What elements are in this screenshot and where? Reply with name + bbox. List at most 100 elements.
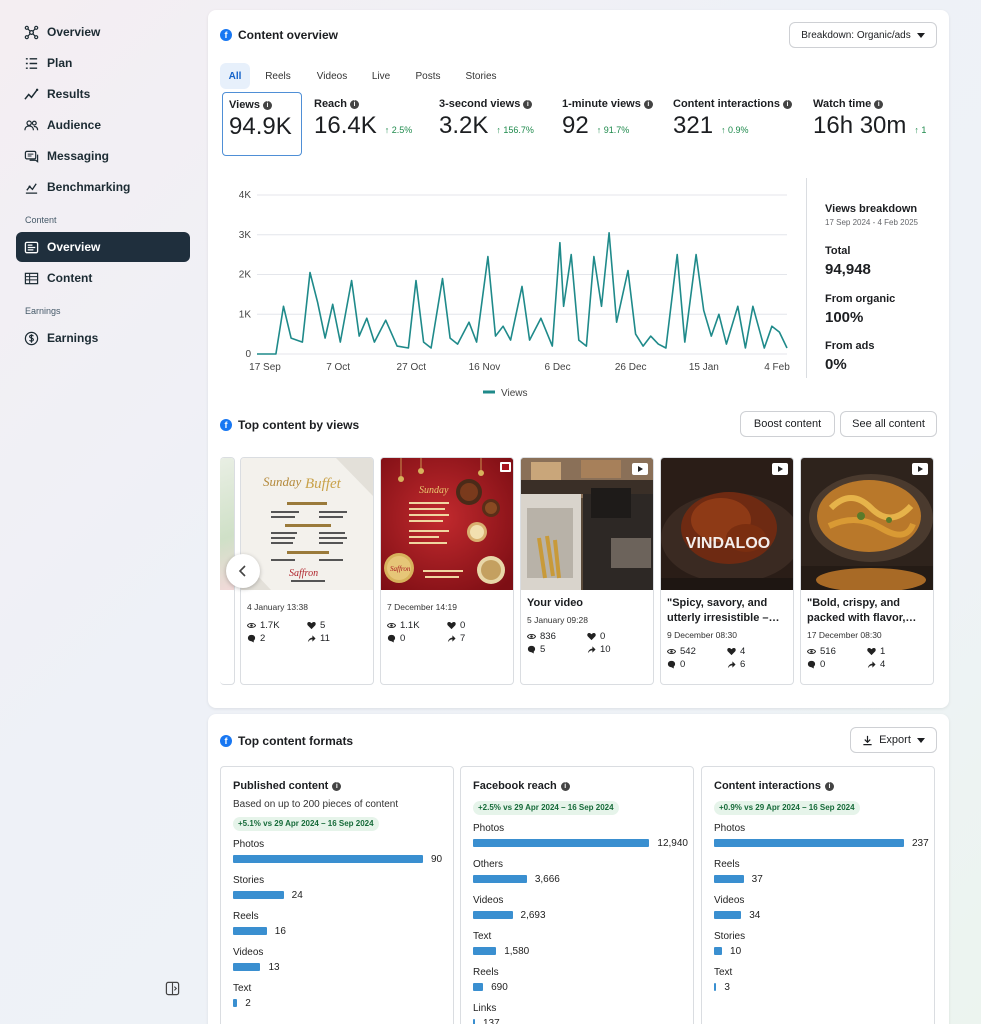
x-tick-label: 26 Dec <box>615 362 647 373</box>
views-line-chart: 0 1K 2K 3K 4K 17 Sep 7 Oct 27 Oct 16 Nov 6 Dec 26 … <box>215 180 805 405</box>
metric-content-interactions[interactable]: Content interactions i 321 ↑ 0.9% <box>667 92 805 156</box>
metric-value: 94.9K <box>229 113 292 140</box>
post-thumbnail <box>521 458 653 590</box>
eye-icon <box>387 623 396 628</box>
info-icon[interactable]: i <box>824 781 834 791</box>
metric-value: 92 <box>562 112 589 139</box>
info-icon[interactable]: i <box>643 99 653 109</box>
sidebar-item-messaging[interactable]: Messaging <box>16 141 190 171</box>
sidebar-item-overview[interactable]: Overview <box>16 17 190 47</box>
sidebar-item-label: Content <box>47 271 93 285</box>
y-tick-label: 1K <box>239 309 252 320</box>
tab-live[interactable]: Live <box>365 63 397 89</box>
see-all-content-button[interactable]: See all content <box>840 411 937 437</box>
eye-icon <box>247 623 256 628</box>
post-card[interactable]: Sunday Buffet Saffron 4 January 13:38 1.… <box>240 457 374 685</box>
bar-value: 690 <box>491 981 508 993</box>
metric-watch-time[interactable]: Watch time i 16h 30m ↑ 1 <box>807 92 937 156</box>
post-thumbnail <box>801 458 933 590</box>
bar-line: 237 <box>714 838 929 849</box>
heart-icon <box>447 621 456 630</box>
breakdown-dropdown[interactable]: Breakdown: Organic/ads <box>789 22 937 48</box>
legend-label: Views <box>501 388 528 399</box>
sidebar-item-label: Benchmarking <box>47 180 131 194</box>
info-icon[interactable]: i <box>350 99 360 109</box>
bar-value: 2,693 <box>520 909 546 921</box>
sidebar-item-label: Messaging <box>47 149 110 163</box>
post-likes: 4 <box>740 646 746 657</box>
tab-reels[interactable]: Reels <box>258 63 298 89</box>
info-icon[interactable]: i <box>523 99 533 109</box>
info-icon[interactable]: i <box>874 99 884 109</box>
breakdown-date-range: 17 Sep 2024 - 4 Feb 2025 <box>825 218 918 227</box>
sidebar-item-audience[interactable]: Audience <box>16 110 190 140</box>
sidebar-item-content-overview[interactable]: Overview <box>16 232 190 262</box>
bar-line: 90 <box>233 853 448 865</box>
bar-row: Others 3,666 <box>473 859 688 885</box>
post-thumbnail: Sunday Saffron <box>381 458 513 590</box>
vindaloo-overlay-text: VINDALOO <box>686 535 770 552</box>
bar-value: 90 <box>431 853 443 865</box>
sidebar-item-plan[interactable]: Plan <box>16 48 190 78</box>
format-card-subtitle: Based on up to 200 pieces of content <box>233 799 399 810</box>
carousel-prev-button[interactable] <box>226 554 260 588</box>
facebook-icon: f <box>220 735 232 747</box>
info-icon[interactable]: i <box>263 100 272 110</box>
tab-posts[interactable]: Posts <box>408 63 448 89</box>
nodes-icon <box>24 25 39 39</box>
bar-line: 37 <box>714 873 929 885</box>
info-icon[interactable]: i <box>782 99 792 109</box>
post-thumbnail: Sunday Buffet Saffron <box>241 458 373 590</box>
sidebar-item-earnings[interactable]: Earnings <box>16 323 190 353</box>
post-stats: 542 4 0 6 <box>661 640 793 670</box>
metric-3-second-views[interactable]: 3-second views i 3.2K ↑ 156.7% <box>433 92 553 156</box>
export-button[interactable]: Export <box>850 727 937 753</box>
bar-value: 3,666 <box>534 873 560 885</box>
format-card-title-text: Facebook reach <box>473 780 557 792</box>
post-card[interactable]: "Bold, crispy, and packed with flavor,… … <box>800 457 934 685</box>
y-tick-label: 3K <box>239 230 252 241</box>
info-icon[interactable]: i <box>560 781 570 791</box>
metric-1-minute-views[interactable]: 1-minute views i 92 ↑ 91.7% <box>556 92 666 156</box>
sidebar-item-benchmarking[interactable]: Benchmarking <box>16 172 190 202</box>
comparison-badge: +2.5% vs 29 Apr 2024 – 16 Sep 2024 <box>473 801 619 815</box>
tab-stories[interactable]: Stories <box>460 63 502 89</box>
video-icon <box>632 463 648 475</box>
post-card[interactable]: Your video 5 January 09:28 836 0 5 10 <box>520 457 654 685</box>
bar <box>233 963 261 971</box>
tab-videos[interactable]: Videos <box>310 63 354 89</box>
bar <box>233 855 423 863</box>
tab-all[interactable]: All <box>220 63 250 89</box>
bar-row: Videos 34 <box>714 895 929 921</box>
sidebar-item-content[interactable]: Content <box>16 263 190 293</box>
breakdown-organic-label: From organic <box>825 293 896 305</box>
table-icon <box>24 272 39 284</box>
post-card[interactable]: VINDALOO "Spicy, savory, and utterly irr… <box>660 457 794 685</box>
bar-value: 37 <box>751 873 763 885</box>
boost-content-button[interactable]: Boost content <box>740 411 835 437</box>
metric-delta: ↑ 91.7% <box>596 125 630 135</box>
top-content-title: f Top content by views <box>220 418 359 432</box>
post-card[interactable]: Sunday Saffron 7 December 14:19 1.1K 0 0… <box>380 457 514 685</box>
share-icon <box>447 635 456 643</box>
heart-icon <box>587 632 596 641</box>
bar <box>473 1019 475 1024</box>
post-comments: 0 <box>820 659 826 670</box>
metric-views[interactable]: Views i 94.9K <box>222 92 302 156</box>
post-comments: 2 <box>260 633 266 644</box>
x-tick-label: 6 Dec <box>545 362 571 373</box>
comparison-badge: +5.1% vs 29 Apr 2024 – 16 Sep 2024 <box>233 817 379 831</box>
bar-line: 3 <box>714 981 929 993</box>
bar-line: 10 <box>714 946 929 957</box>
bar-value: 3 <box>724 981 730 993</box>
comment-icon <box>667 660 676 669</box>
bar-row: Text 1,580 <box>473 931 688 957</box>
collapse-sidebar-icon[interactable] <box>165 981 180 996</box>
christmas-menu-image: Sunday Saffron <box>381 458 513 590</box>
sidebar-item-results[interactable]: Results <box>16 79 190 109</box>
facebook-icon: f <box>220 29 232 41</box>
metric-reach[interactable]: Reach i 16.4K ↑ 2.5% <box>308 92 428 156</box>
bar-label: Videos <box>473 895 504 906</box>
post-date: 5 January 09:28 <box>527 615 588 625</box>
info-icon[interactable]: i <box>332 781 342 791</box>
